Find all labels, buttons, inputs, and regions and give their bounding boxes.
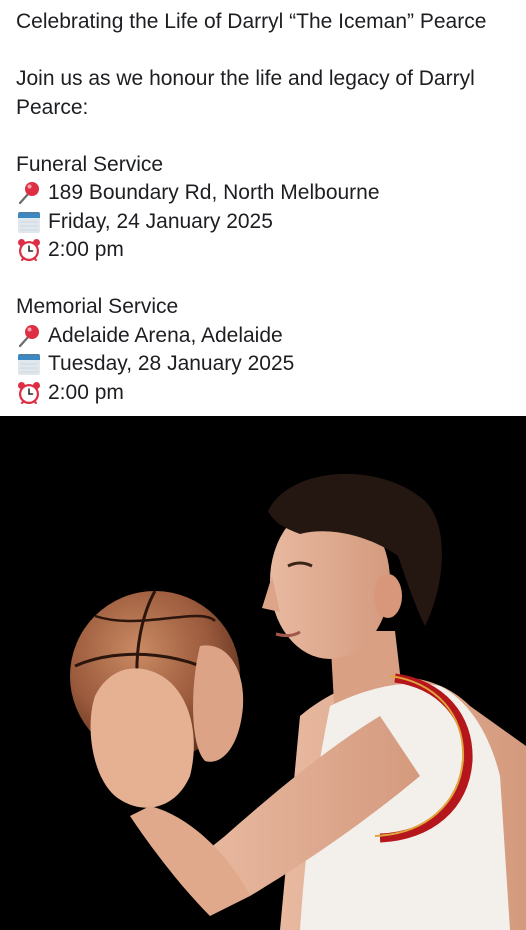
funeral-date-row: Friday, 24 January 2025	[16, 208, 516, 237]
basketball-player-illustration	[0, 416, 526, 930]
calendar-icon	[16, 209, 42, 235]
funeral-date: Friday, 24 January 2025	[48, 209, 273, 233]
funeral-time-row: 2:00 pm	[16, 236, 516, 265]
post-photo[interactable]	[0, 416, 526, 930]
alarm-clock-icon	[16, 237, 42, 263]
funeral-time: 2:00 pm	[48, 238, 124, 261]
memorial-date: Tuesday, 28 January 2025	[48, 352, 295, 375]
calendar-icon	[16, 351, 42, 377]
post-intro: Join us as we honour the life and legacy…	[16, 67, 475, 119]
memorial-location-row: Adelaide Arena, Adelaide	[16, 322, 516, 351]
post-body: Celebrating the Life of Darryl “The Icem…	[16, 8, 516, 407]
memorial-date-row: Tuesday, 28 January 2025	[16, 350, 516, 379]
funeral-heading: Funeral Service	[16, 152, 164, 176]
memorial-location: Adelaide Arena, Adelaide	[48, 323, 283, 347]
funeral-location-row: 189 Boundary Rd, North Melbourne	[16, 179, 516, 208]
memorial-time: 2:00 pm	[48, 380, 124, 404]
memorial-time-row: 2:00 pm	[16, 379, 516, 408]
funeral-location: 189 Boundary Rd, North Melbourne	[48, 181, 380, 204]
round-pushpin-icon	[16, 180, 42, 206]
alarm-clock-icon	[16, 380, 42, 406]
post-title: Celebrating the Life of Darryl “The Icem…	[16, 10, 487, 33]
round-pushpin-icon	[16, 323, 42, 349]
memorial-heading: Memorial Service	[16, 295, 179, 318]
